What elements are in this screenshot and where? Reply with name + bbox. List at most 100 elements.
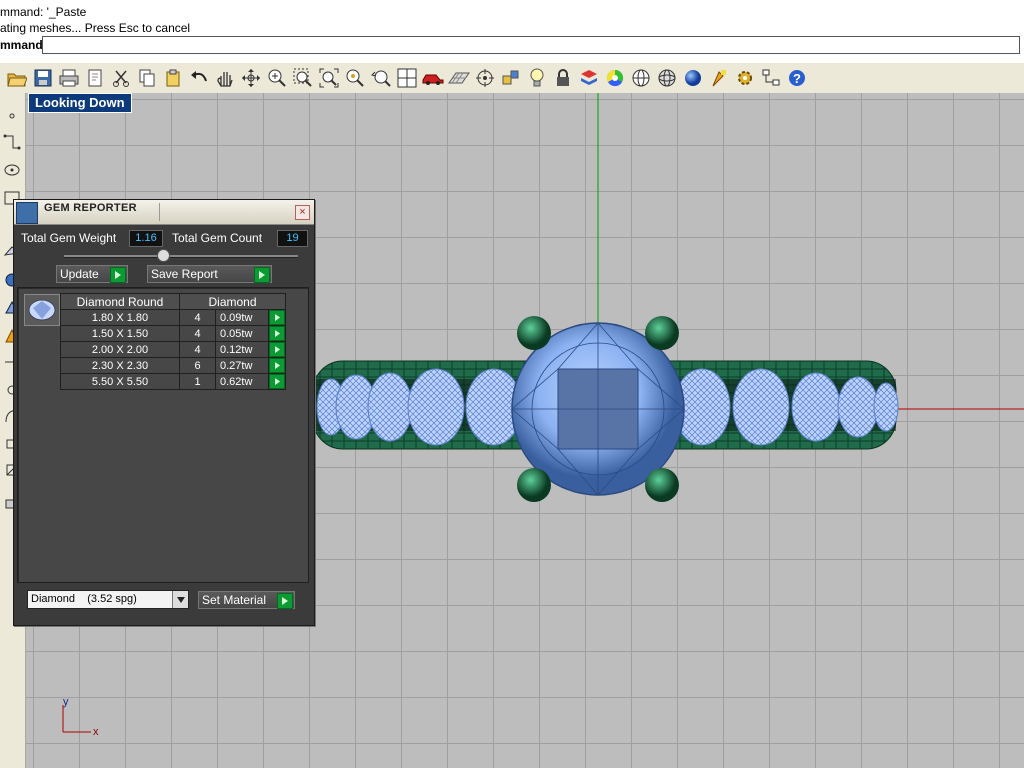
prong <box>645 316 679 350</box>
gem-qty-cell: 4 <box>179 309 216 326</box>
gem-weight-cell: 0.62tw <box>215 373 269 390</box>
blue-sphere-icon[interactable] <box>680 65 706 91</box>
gem-reporter-title: GEM REPORTER <box>44 202 137 214</box>
play-arrow-icon <box>269 358 285 373</box>
undo-view-icon[interactable] <box>368 65 394 91</box>
four-viewports-icon[interactable] <box>394 65 420 91</box>
main-toolbar: ? <box>0 63 1024 94</box>
total-gem-weight-value: 1.16 <box>129 230 163 247</box>
car-icon[interactable] <box>420 65 446 91</box>
gem-reporter-titlebar[interactable]: GEM REPORTER × <box>14 200 314 225</box>
gear-icon[interactable] <box>732 65 758 91</box>
chevron-down-icon[interactable] <box>172 591 188 608</box>
close-icon[interactable]: × <box>295 205 310 220</box>
gem-list: Diamond Round Diamond 1.80 X 1.80 4 0.09… <box>17 287 309 583</box>
gizmo-x-label: x <box>93 726 99 738</box>
undo-icon[interactable] <box>186 65 212 91</box>
table-row[interactable]: 5.50 X 5.50 1 0.62tw <box>60 373 286 390</box>
panel-splitter-handle[interactable] <box>157 249 170 262</box>
gem-weight-cell: 0.05tw <box>215 325 269 342</box>
gem-qty-cell: 4 <box>179 325 216 342</box>
play-arrow-icon <box>269 342 285 357</box>
table-row[interactable]: 2.30 X 2.30 6 0.27tw <box>60 357 286 374</box>
target-icon[interactable] <box>472 65 498 91</box>
play-arrow-icon <box>269 374 285 389</box>
command-input[interactable] <box>42 36 1020 54</box>
light-bulb-icon[interactable] <box>524 65 550 91</box>
column-header-shape: Diamond Round <box>60 293 180 310</box>
layer-icon[interactable] <box>576 65 602 91</box>
set-material-button-label: Set Material <box>202 593 267 607</box>
row-select-button[interactable] <box>268 341 286 358</box>
play-arrow-icon <box>110 267 126 283</box>
table-row[interactable]: 1.50 X 1.50 4 0.05tw <box>60 325 286 342</box>
gem-reporter-logo-icon <box>16 202 38 224</box>
gem-size-cell: 1.50 X 1.50 <box>60 325 180 342</box>
play-arrow-icon <box>277 593 293 609</box>
play-arrow-icon <box>254 267 270 283</box>
row-select-button[interactable] <box>268 357 286 374</box>
viewport-title[interactable]: Looking Down <box>28 93 132 113</box>
gem-size-cell: 2.00 X 2.00 <box>60 341 180 358</box>
wireframe-sphere-icon[interactable] <box>628 65 654 91</box>
paste-icon[interactable] <box>160 65 186 91</box>
hierarchy-icon[interactable] <box>758 65 784 91</box>
snap-icon[interactable] <box>498 65 524 91</box>
gem-size-cell: 1.80 X 1.80 <box>60 309 180 326</box>
save-icon[interactable] <box>30 65 56 91</box>
grid-plane-icon[interactable] <box>446 65 472 91</box>
material-dropdown[interactable]: Diamond (3.52 spg) <box>27 590 189 609</box>
row-select-button[interactable] <box>268 309 286 326</box>
lock-icon[interactable] <box>550 65 576 91</box>
update-button[interactable]: Update <box>56 265 128 283</box>
copy-icon[interactable] <box>134 65 160 91</box>
gem-size-cell: 2.30 X 2.30 <box>60 357 180 374</box>
command-prompt-label: mmand: <box>0 38 47 52</box>
polyline-icon[interactable] <box>1 131 23 153</box>
gem-weight-cell: 0.27tw <box>215 357 269 374</box>
render-sphere-icon[interactable] <box>654 65 680 91</box>
zoom-selected-icon[interactable] <box>342 65 368 91</box>
gem-reporter-panel: GEM REPORTER × Total Gem Weight 1.16 Tot… <box>13 199 315 626</box>
paint-pointer-icon[interactable] <box>706 65 732 91</box>
zoom-window-icon[interactable] <box>290 65 316 91</box>
prong <box>517 316 551 350</box>
row-select-button[interactable] <box>268 325 286 342</box>
set-material-button[interactable]: Set Material <box>198 591 295 609</box>
command-history-line: mmand: '_Paste <box>0 5 87 19</box>
table-row[interactable]: 1.80 X 1.80 4 0.09tw <box>60 309 286 326</box>
gem-qty-cell: 1 <box>179 373 216 390</box>
open-icon[interactable] <box>4 65 30 91</box>
gem-size-cell: 5.50 X 5.50 <box>60 373 180 390</box>
import-icon[interactable] <box>82 65 108 91</box>
material-dropdown-value: Diamond (3.52 spg) <box>31 593 137 605</box>
ellipse-icon[interactable] <box>1 159 23 181</box>
command-history-line: ating meshes... Press Esc to cancel <box>0 21 191 35</box>
gem-weight-cell: 0.09tw <box>215 309 269 326</box>
zoom-extents-icon[interactable] <box>316 65 342 91</box>
gem-qty-cell: 6 <box>179 357 216 374</box>
diamond-round-icon[interactable] <box>24 294 60 326</box>
gem-table: Diamond Round Diamond 1.80 X 1.80 4 0.09… <box>60 293 286 390</box>
update-button-label: Update <box>60 267 99 281</box>
panel-splitter[interactable] <box>64 255 298 258</box>
pan-hand-icon[interactable] <box>212 65 238 91</box>
save-report-button[interactable]: Save Report <box>147 265 272 283</box>
command-area: mmand: '_Paste ating meshes... Press Esc… <box>0 0 1024 64</box>
row-select-button[interactable] <box>268 373 286 390</box>
gem-qty-cell: 4 <box>179 341 216 358</box>
svg-text:?: ? <box>793 71 801 86</box>
print-icon[interactable] <box>56 65 82 91</box>
table-row[interactable]: 2.00 X 2.00 4 0.12tw <box>60 341 286 358</box>
play-arrow-icon <box>269 310 285 325</box>
cut-icon[interactable] <box>108 65 134 91</box>
total-gem-count-value: 19 <box>277 230 308 247</box>
titlebar-divider <box>159 203 160 221</box>
point-icon[interactable] <box>1 105 23 127</box>
gizmo-y-label: y <box>63 696 69 708</box>
rotate-icon[interactable] <box>238 65 264 91</box>
help-icon[interactable]: ? <box>784 65 810 91</box>
prong <box>645 468 679 502</box>
color-wheel-icon[interactable] <box>602 65 628 91</box>
zoom-dynamic-icon[interactable] <box>264 65 290 91</box>
